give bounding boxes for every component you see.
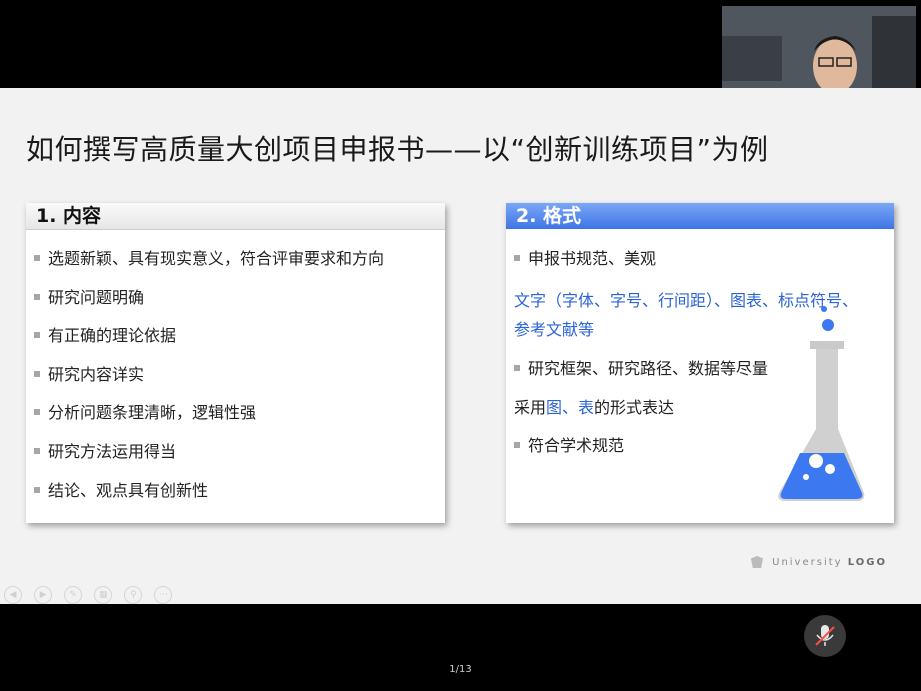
content-card-heading: 1. 内容 xyxy=(26,203,445,230)
list-item: 有正确的理论依据 xyxy=(34,322,176,346)
list-item: 结论、观点具有创新性 xyxy=(34,477,208,501)
list-item: 选题新颖、具有现实意义，符合评审要求和方向 xyxy=(34,245,384,269)
list-item: 研究方法运用得当 xyxy=(34,438,176,462)
list-item: 研究框架、研究路径、数据等尽量 xyxy=(514,355,768,379)
page-indicator: 1/13 xyxy=(449,664,472,675)
pen-icon[interactable]: ✎ xyxy=(64,586,83,604)
flask-icon xyxy=(778,306,865,501)
content-card: 1. 内容 选题新颖、具有现实意义，符合评审要求和方向 研究问题明确 有正确的理… xyxy=(26,203,445,523)
list-item: 申报书规范、美观 xyxy=(514,245,656,269)
bullet-icon xyxy=(514,364,520,371)
figure-table-line: 采用图、表的形式表达 xyxy=(514,398,675,417)
slide-title: 如何撰写高质量大创项目申报书——以“创新训练项目”为例 xyxy=(26,133,769,166)
bullet-icon xyxy=(34,370,40,377)
microphone-muted-icon xyxy=(815,625,835,646)
mute-microphone-button[interactable] xyxy=(804,615,846,657)
presentation-slide: 如何撰写高质量大创项目申报书——以“创新训练项目”为例 1. 内容 选题新颖、具… xyxy=(0,88,921,604)
slides-icon[interactable]: ▦ xyxy=(94,586,113,604)
bullet-icon xyxy=(514,254,520,261)
logo-mark-icon xyxy=(750,556,763,568)
bullet-icon xyxy=(34,293,40,300)
list-item: 分析问题条理清晰，逻辑性强 xyxy=(34,399,256,423)
bullet-icon xyxy=(34,408,40,415)
format-card: 2. 格式 申报书规范、美观 文字（字体、字号、行间距）、图表、标点符号、 参考… xyxy=(506,203,894,523)
bullet-icon xyxy=(514,441,520,448)
zoom-icon[interactable]: ⚲ xyxy=(124,586,143,604)
format-detail-line-2: 参考文献等 xyxy=(514,320,595,339)
slide-controls: ◀ ▶ ✎ ▦ ⚲ ⋯ xyxy=(4,582,179,604)
list-item: 研究问题明确 xyxy=(34,284,144,308)
format-card-heading: 2. 格式 xyxy=(506,203,894,229)
next-icon[interactable]: ▶ xyxy=(34,586,53,604)
bullet-icon xyxy=(34,486,40,493)
university-logo: University LOGO xyxy=(750,556,887,568)
bullet-icon xyxy=(34,254,40,261)
more-icon[interactable]: ⋯ xyxy=(154,586,173,604)
bullet-icon xyxy=(34,447,40,454)
bullet-icon xyxy=(34,331,40,338)
previous-icon[interactable]: ◀ xyxy=(4,586,22,604)
list-item: 符合学术规范 xyxy=(514,432,624,456)
list-item: 研究内容详实 xyxy=(34,361,144,385)
